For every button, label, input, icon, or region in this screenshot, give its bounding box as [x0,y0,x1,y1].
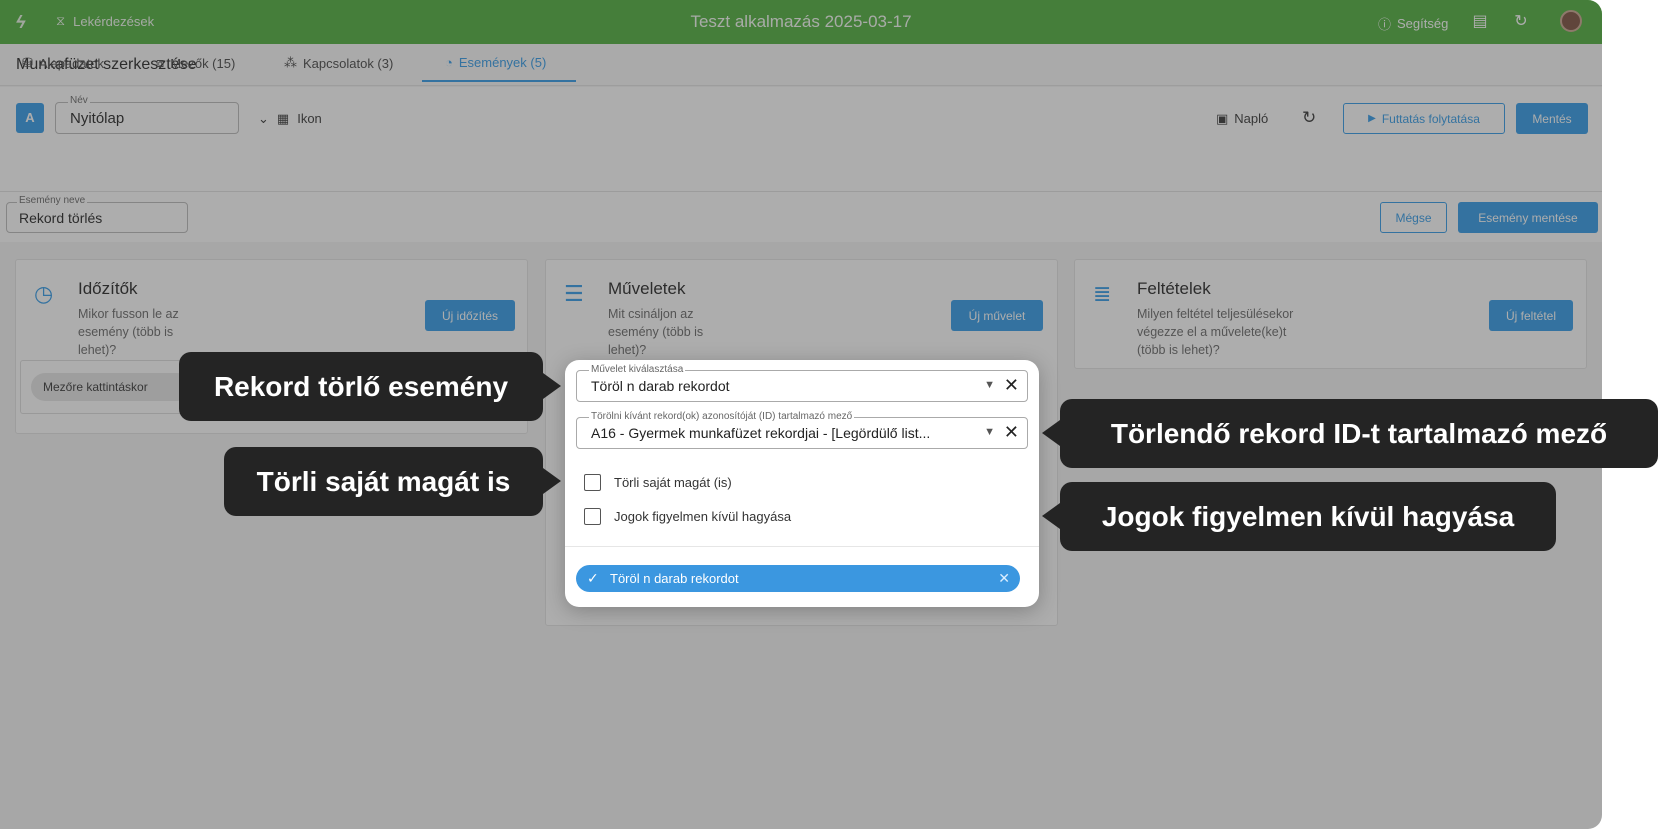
callout-arrow [543,468,561,494]
callout-self-delete: Törli saját magát is [224,447,543,516]
selected-action-label: Töröl n darab rekordot [610,571,739,586]
callout-delete-event: Rekord törlő esemény [179,352,543,421]
action-dialog: Művelet kiválasztása Töröl n darab rekor… [565,360,1039,607]
action-select-label: Művelet kiválasztása [589,364,686,375]
remove-chip-icon[interactable]: ✕ [998,565,1010,592]
check-icon: ✓ [587,570,599,586]
dropdown-arrow-icon[interactable]: ▼ [984,426,995,438]
callout-arrow [543,373,561,399]
clear-icon[interactable]: ✕ [1004,422,1019,443]
callout-arrow [1042,420,1060,446]
callout-id-field: Törlendő rekord ID-t tartalmazó mező [1060,399,1658,468]
callout-ignore-perms: Jogok figyelmen kívül hagyása [1060,482,1556,551]
id-field-value: A16 - Gyermek munkafüzet rekordjai - [Le… [591,425,931,441]
ignore-permissions-checkbox[interactable] [584,508,601,525]
ignore-permissions-label: Jogok figyelmen kívül hagyása [614,509,792,524]
action-select-value: Töröl n darab rekordot [591,378,730,394]
action-select[interactable]: Művelet kiválasztása Töröl n darab rekor… [576,364,1028,402]
dropdown-arrow-icon[interactable]: ▼ [984,379,995,391]
id-field-label: Törölni kívánt rekord(ok) azonosítóját (… [589,411,855,422]
delete-self-label: Törli saját magát (is) [614,475,732,490]
selected-action-chip[interactable]: ✓ Töröl n darab rekordot ✕ [576,565,1020,592]
callout-arrow [1042,503,1060,529]
delete-self-checkbox[interactable] [584,474,601,491]
dialog-divider [565,546,1039,547]
id-field-select[interactable]: Törölni kívánt rekord(ok) azonosítóját (… [576,411,1028,449]
clear-icon[interactable]: ✕ [1004,375,1019,396]
